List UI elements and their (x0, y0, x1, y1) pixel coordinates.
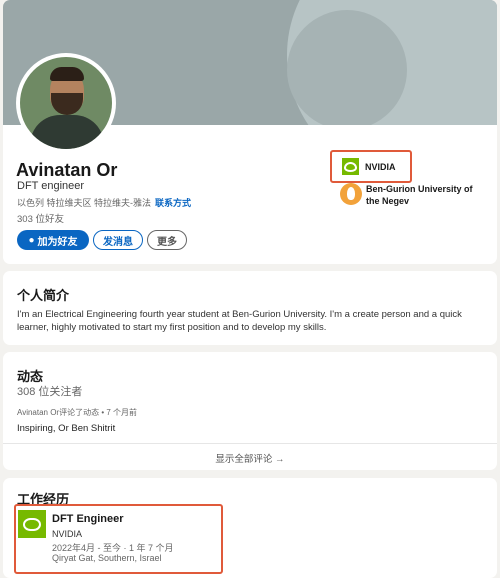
experience-location: Qiryat Gat, Southern, Israel (52, 553, 162, 563)
about-title: 个人简介 (17, 288, 70, 303)
more-label: 更多 (157, 236, 177, 248)
profile-headline: DFT engineer (17, 180, 85, 192)
nvidia-logo-icon (342, 158, 359, 175)
current-company-name: NVIDIA (365, 161, 396, 172)
add-friend-label: 加为好友 (37, 236, 78, 248)
profile-name: Avinatan Or (16, 160, 118, 180)
followers-count: 308 位关注者 (17, 386, 83, 398)
education-school[interactable]: Ben-Gurion University of the Negev (340, 183, 480, 207)
experience-company: NVIDIA (52, 529, 83, 539)
university-logo-icon (340, 183, 362, 205)
activity-meta: Avinatan Or评论了动态 • 7 个月前 (17, 408, 138, 417)
school-name: Ben-Gurion University of the Negev (366, 184, 473, 206)
nvidia-logo-icon (18, 510, 46, 538)
show-all-comments-link[interactable]: 显示全部评论 → (0, 451, 500, 465)
message-label: 发消息 (103, 236, 133, 248)
more-button[interactable]: 更多 (147, 230, 187, 250)
divider (3, 443, 497, 444)
avatar[interactable] (16, 53, 116, 153)
connections-count[interactable]: 303 位好友 (17, 211, 64, 225)
add-friend-button[interactable]: ● 加为好友 (17, 230, 89, 250)
activity-text[interactable]: Inspiring, Or Ben Shitrit (17, 423, 115, 434)
experience-role: DFT Engineer (52, 513, 124, 525)
current-company[interactable]: NVIDIA (330, 150, 412, 183)
add-person-icon: ● (28, 234, 35, 246)
contact-info-link[interactable]: 联系方式 (155, 198, 191, 208)
message-button[interactable]: 发消息 (93, 230, 143, 250)
about-text: I'm an Electrical Engineering fourth yea… (17, 309, 462, 333)
profile-location: 以色列 特拉维夫区 特拉维夫-雅法 联系方式 (17, 196, 191, 209)
location-text: 以色列 特拉维夫区 特拉维夫-雅法 (17, 198, 151, 208)
